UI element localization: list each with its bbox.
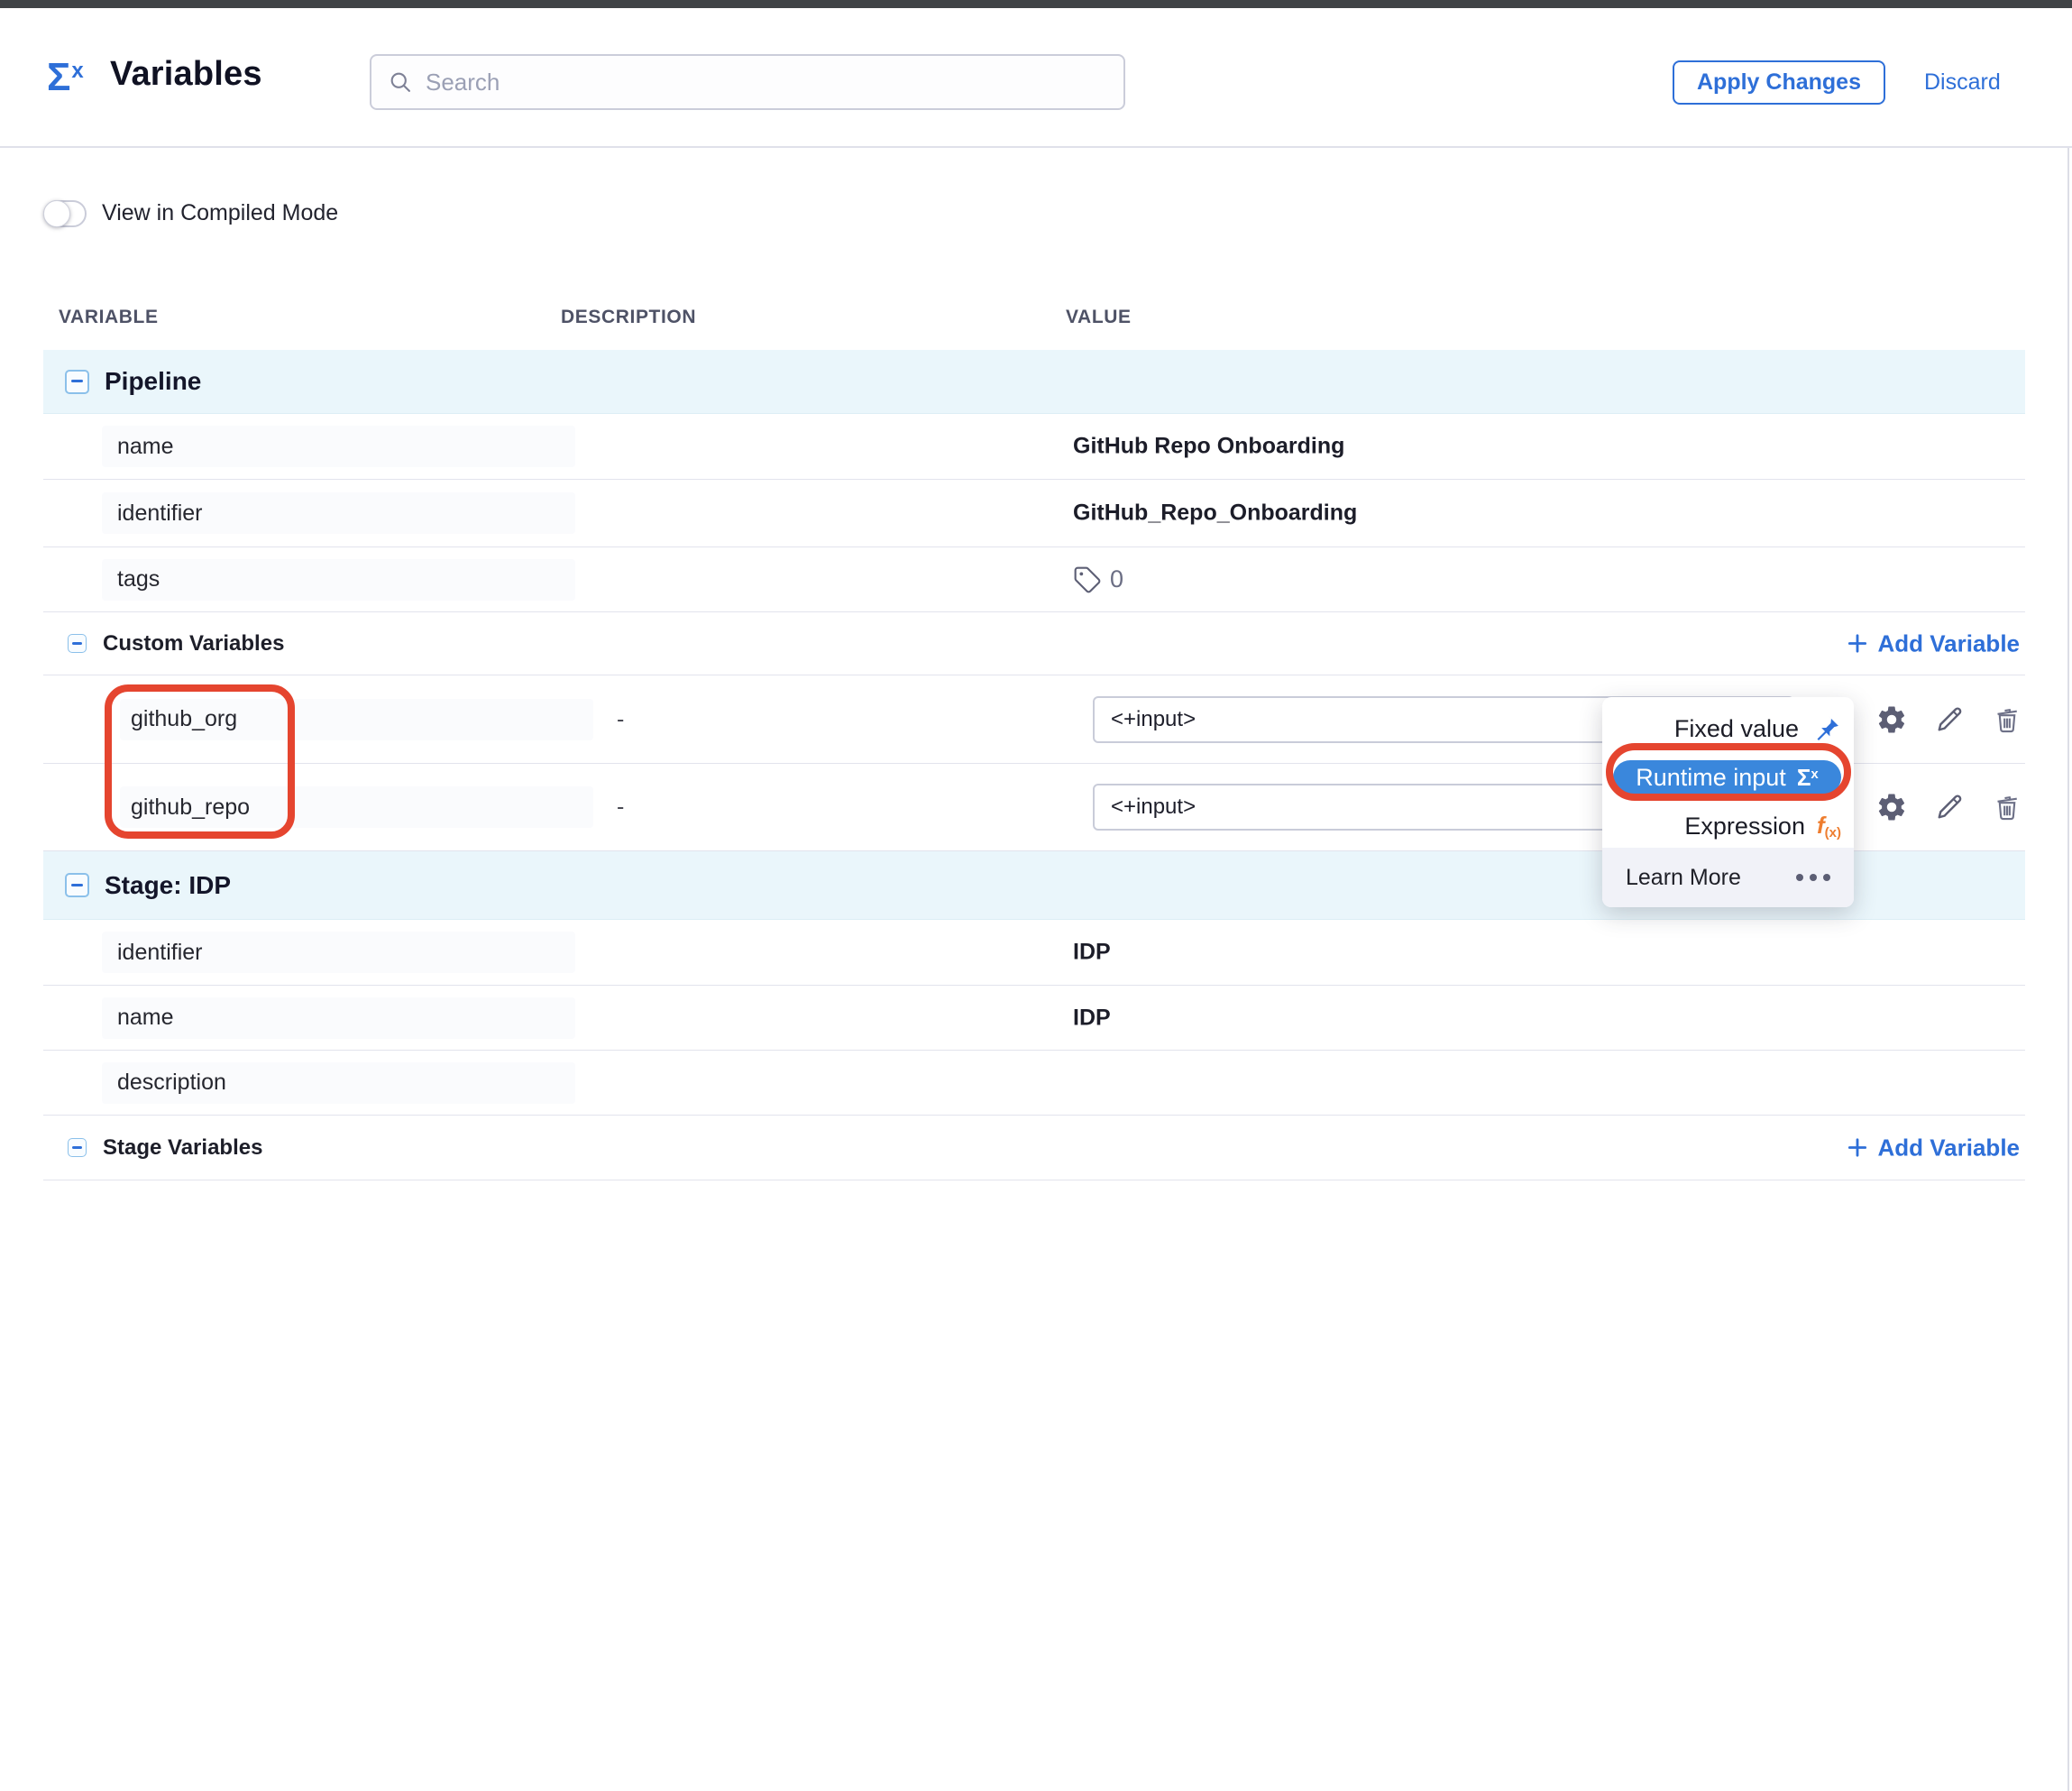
table-row-stage-description: description bbox=[43, 1051, 2025, 1116]
variable-label: description bbox=[102, 1062, 575, 1104]
table-row-stage-name: name IDP bbox=[43, 986, 2025, 1051]
column-header-value: VALUE bbox=[1066, 307, 1132, 328]
custom-variables-title: Custom Variables bbox=[103, 631, 284, 657]
variable-value: IDP bbox=[1073, 940, 1111, 966]
variables-panel: Σx Variables Apply Changes Discard View … bbox=[0, 0, 2072, 1791]
trash-icon[interactable] bbox=[1991, 703, 2023, 736]
discard-button[interactable]: Discard bbox=[1924, 69, 2001, 96]
plus-icon bbox=[1846, 632, 1869, 656]
variable-description: - bbox=[617, 706, 624, 732]
pencil-icon[interactable] bbox=[1933, 791, 1966, 823]
variable-value: GitHub Repo Onboarding bbox=[1073, 434, 1344, 460]
collapse-minus-icon[interactable] bbox=[65, 873, 89, 897]
pipeline-group-row: Pipeline bbox=[43, 350, 2025, 414]
stage-variables-header-row: Stage Variables Add Variable bbox=[43, 1116, 2025, 1180]
tags-count: 0 bbox=[1110, 565, 1123, 593]
menu-item-expression[interactable]: Expression f(x) bbox=[1602, 802, 1854, 850]
sigma-x-icon: Σx bbox=[47, 55, 84, 100]
window-top-bar bbox=[0, 0, 2072, 8]
variable-label: tags bbox=[102, 559, 575, 601]
fx-icon: f(x) bbox=[1817, 812, 1841, 840]
table-row-pipeline-identifier: identifier GitHub_Repo_Onboarding bbox=[43, 480, 2025, 547]
page-title: Variables bbox=[110, 55, 262, 94]
menu-item-fixed-value[interactable]: Fixed value bbox=[1602, 704, 1854, 753]
table-row-pipeline-tags: tags 0 bbox=[43, 547, 2025, 612]
toggle-knob bbox=[43, 200, 70, 227]
runtime-sigma-icon: Σx bbox=[1797, 764, 1819, 792]
gear-icon[interactable] bbox=[1875, 703, 1908, 736]
trash-icon[interactable] bbox=[1991, 791, 2023, 823]
ellipsis-icon bbox=[1796, 874, 1830, 881]
search-input[interactable] bbox=[426, 69, 1057, 96]
pencil-icon[interactable] bbox=[1933, 703, 1966, 736]
apply-changes-button[interactable]: Apply Changes bbox=[1673, 60, 1885, 105]
learn-more-button[interactable]: Learn More bbox=[1602, 848, 1854, 907]
add-variable-button[interactable]: Add Variable bbox=[1846, 629, 2021, 657]
panel-header: Σx Variables Apply Changes Discard bbox=[0, 8, 2072, 148]
table-row-pipeline-name: name GitHub Repo Onboarding bbox=[43, 414, 2025, 480]
runtime-input-selected-pill[interactable]: Runtime input Σx bbox=[1613, 760, 1841, 794]
stage-group-title: Stage: IDP bbox=[105, 871, 231, 900]
variable-value: GitHub_Repo_Onboarding bbox=[1073, 501, 1357, 527]
plus-icon bbox=[1846, 1136, 1869, 1160]
pin-icon bbox=[1811, 713, 1841, 744]
value-type-menu: Fixed value Runtime input Σx Expression … bbox=[1602, 697, 1854, 907]
gear-icon[interactable] bbox=[1875, 791, 1908, 823]
add-variable-button[interactable]: Add Variable bbox=[1846, 1134, 2021, 1162]
tag-icon bbox=[1073, 565, 1102, 594]
collapse-minus-icon[interactable] bbox=[65, 370, 89, 394]
search-icon bbox=[388, 69, 413, 95]
variable-label: name bbox=[102, 426, 575, 467]
variable-label: identifier bbox=[102, 932, 575, 973]
variable-label: github_repo bbox=[120, 786, 593, 828]
compiled-mode-toggle[interactable] bbox=[43, 200, 87, 227]
variable-value: IDP bbox=[1073, 1005, 1111, 1031]
variable-label: github_org bbox=[120, 699, 593, 740]
variable-label: name bbox=[102, 997, 575, 1039]
column-header-description: DESCRIPTION bbox=[561, 307, 696, 328]
table-row-stage-identifier: identifier IDP bbox=[43, 920, 2025, 986]
column-header-variable: VARIABLE bbox=[59, 307, 159, 328]
collapse-minus-icon[interactable] bbox=[68, 1138, 87, 1157]
search-box[interactable] bbox=[370, 54, 1125, 110]
collapse-minus-icon[interactable] bbox=[68, 634, 87, 653]
pipeline-group-title: Pipeline bbox=[105, 367, 201, 396]
tags-value: 0 bbox=[1073, 565, 1123, 594]
variable-description: - bbox=[617, 794, 624, 821]
compiled-mode-label: View in Compiled Mode bbox=[102, 200, 338, 226]
custom-variables-header-row: Custom Variables Add Variable bbox=[43, 612, 2025, 675]
menu-item-runtime-input[interactable]: Runtime input Σx bbox=[1602, 753, 1854, 802]
variable-label: identifier bbox=[102, 492, 575, 534]
stage-variables-title: Stage Variables bbox=[103, 1135, 262, 1161]
scrollbar-track[interactable] bbox=[2067, 12, 2069, 1791]
